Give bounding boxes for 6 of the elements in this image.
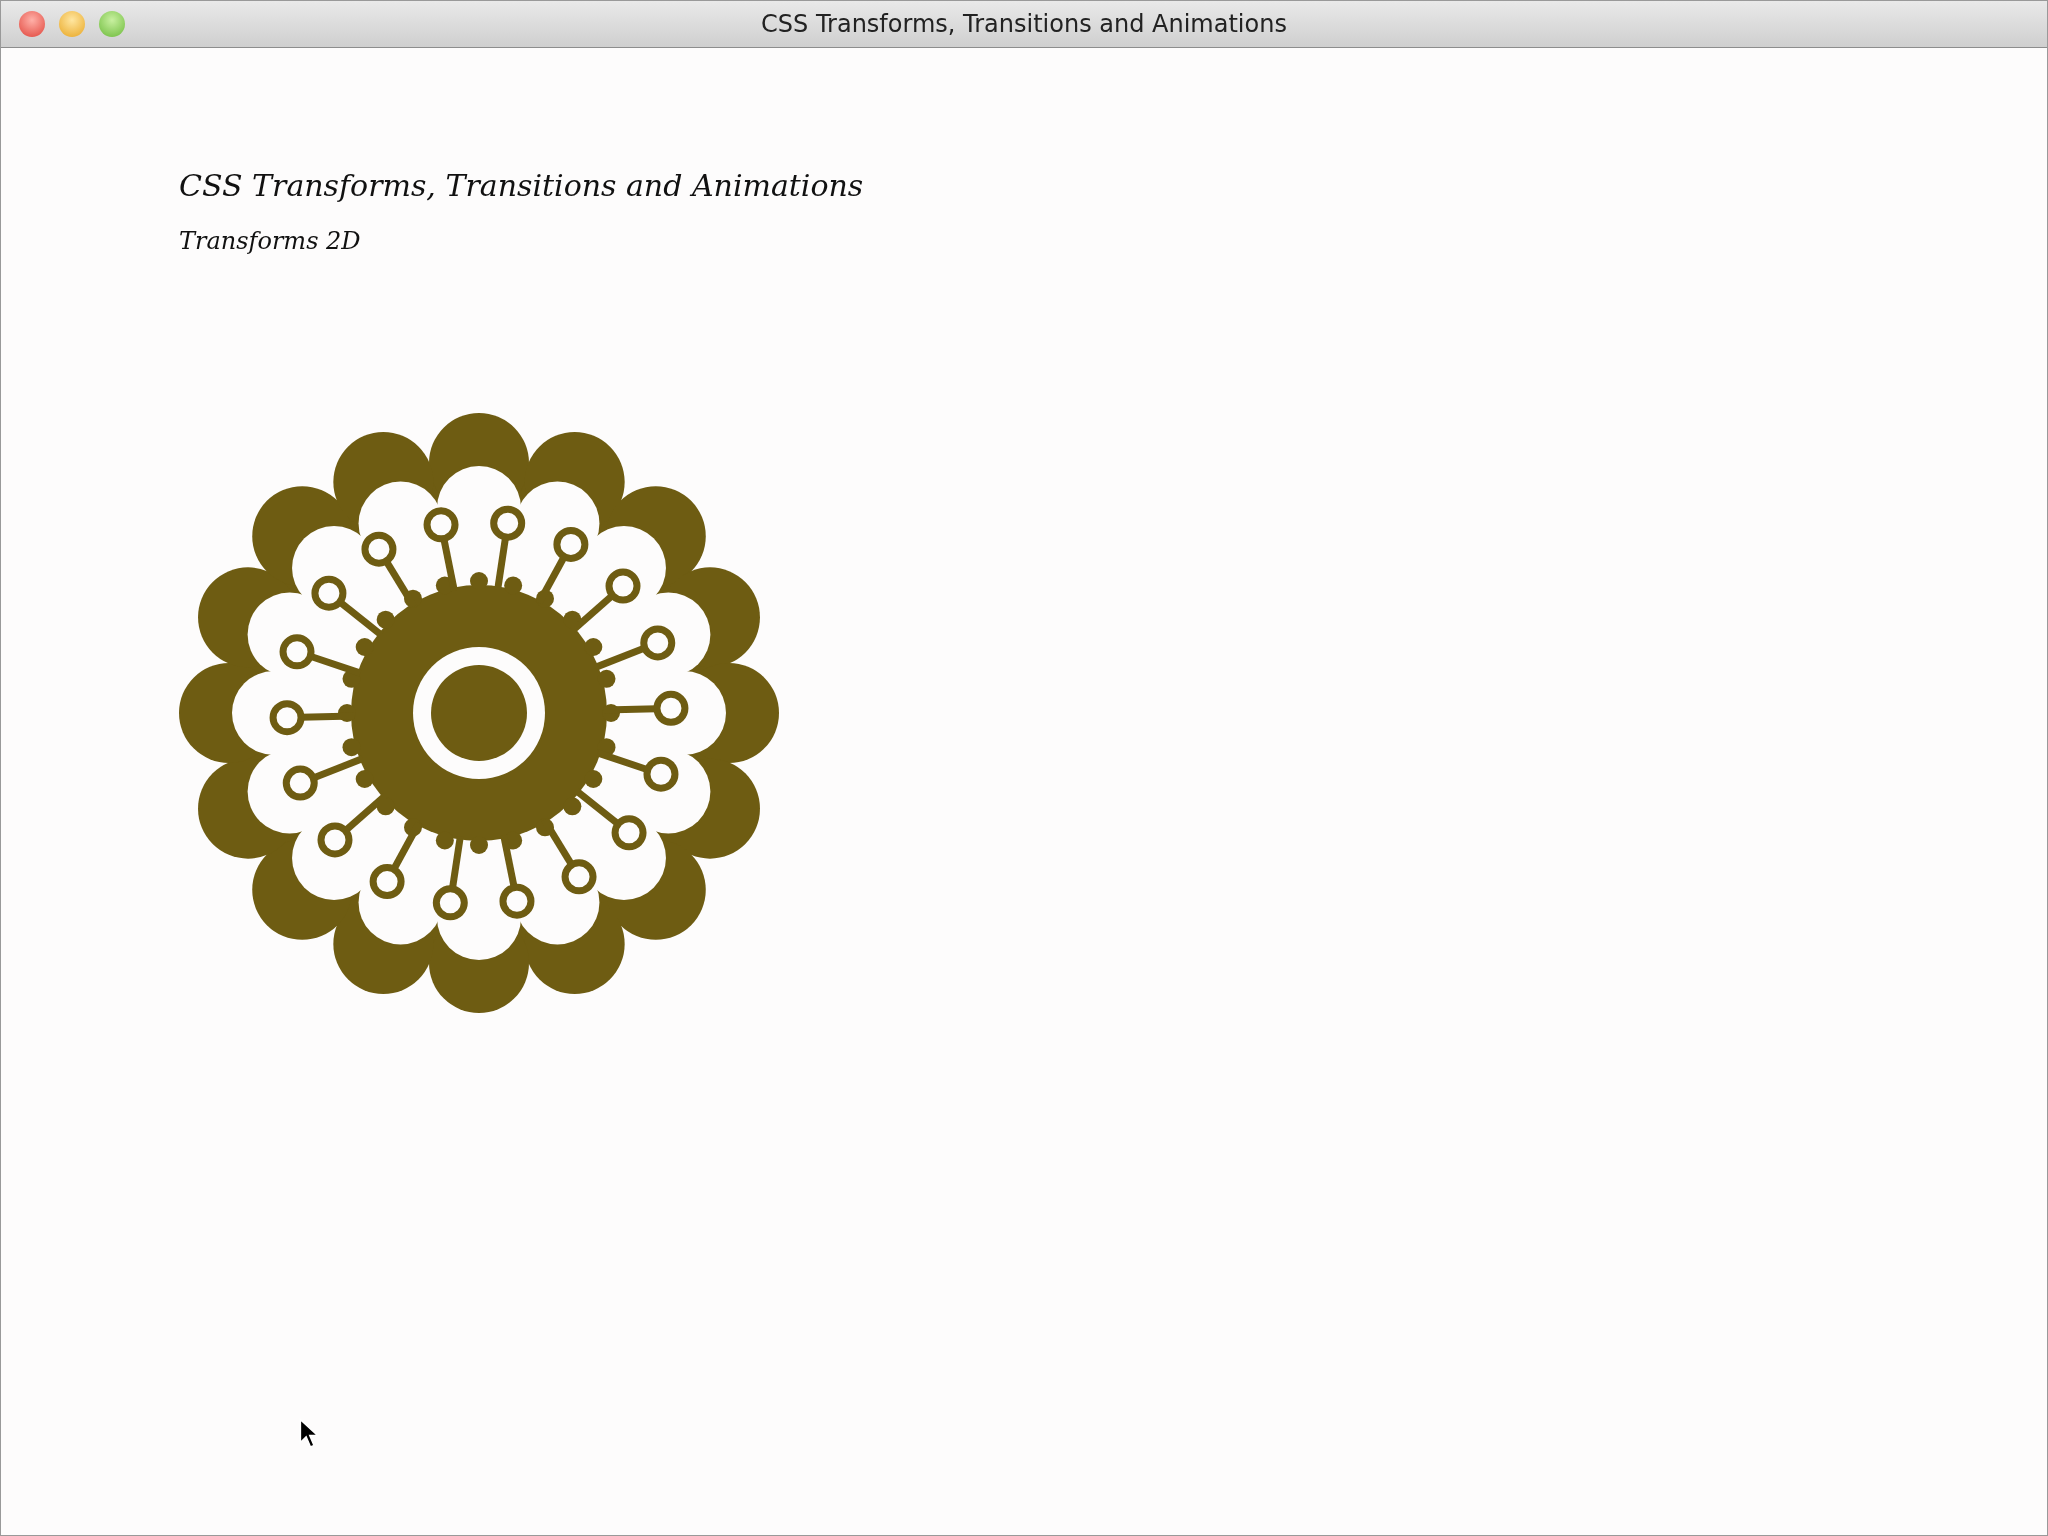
minimize-button[interactable] [59, 11, 85, 37]
zoom-button[interactable] [99, 11, 125, 37]
page-heading: CSS Transforms, Transitions and Animations [179, 168, 865, 203]
page-subheading: Transforms 2D [179, 227, 362, 255]
close-button[interactable] [19, 11, 45, 37]
window-title: CSS Transforms, Transitions and Animations [760, 10, 1288, 38]
